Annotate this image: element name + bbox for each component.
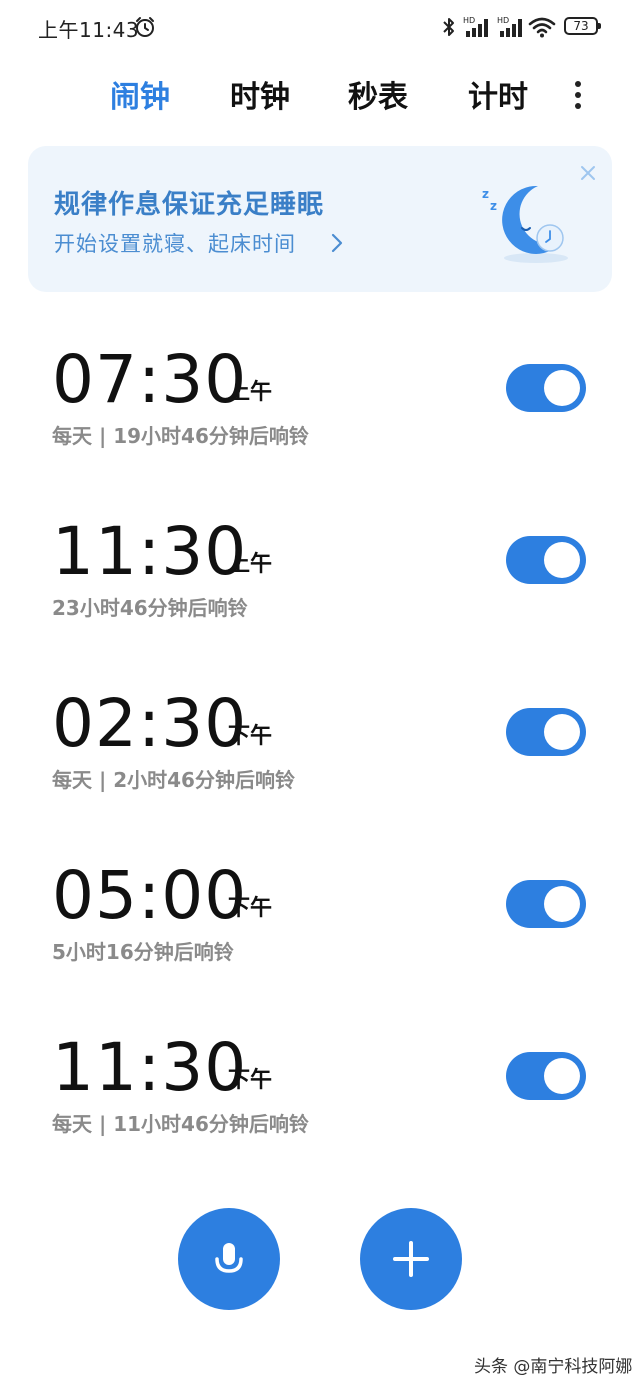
alarm-description: 每天 | 2小时46分钟后响铃 — [52, 768, 295, 792]
alarm-period: 下午 — [228, 896, 273, 921]
sleep-schedule-banner[interactable]: 规律作息保证充足睡眠 开始设置就寝、起床时间 z z — [28, 146, 612, 292]
alarm-item[interactable]: 02:30 下午 每天 | 2小时46分钟后响铃 — [0, 684, 640, 814]
alarm-toggle[interactable] — [506, 708, 586, 756]
tab-bar: 闹钟 时钟 秒表 计时 — [0, 66, 640, 122]
alarm-period: 下午 — [228, 1068, 273, 1093]
wifi-icon — [528, 17, 556, 38]
alarm-description: 5小时16分钟后响铃 — [52, 940, 234, 964]
alarm-item[interactable]: 11:30 上午 23小时46分钟后响铃 — [0, 512, 640, 642]
tab-timer[interactable]: 计时 — [468, 72, 528, 116]
alarm-time: 02:30 — [52, 685, 248, 762]
watermark-text: 头条 @南宁科技阿娜 — [474, 1357, 633, 1377]
close-icon[interactable] — [579, 164, 597, 182]
battery-indicator: 73 — [564, 17, 601, 35]
alarm-toggle[interactable] — [506, 364, 586, 412]
plus-icon — [393, 1241, 429, 1277]
toggle-knob — [544, 370, 580, 406]
alarm-toggle[interactable] — [506, 880, 586, 928]
alarm-period: 上午 — [228, 380, 273, 405]
add-alarm-button[interactable] — [360, 1208, 462, 1310]
chevron-right-icon — [331, 233, 343, 253]
tab-stopwatch[interactable]: 秒表 — [348, 72, 408, 116]
microphone-icon — [215, 1243, 243, 1273]
alarm-item[interactable]: 11:30 下午 每天 | 11小时46分钟后响铃 — [0, 1028, 640, 1158]
svg-text:z: z — [482, 187, 489, 201]
alarm-toggle[interactable] — [506, 1052, 586, 1100]
more-dot-icon — [575, 103, 581, 109]
svg-text:z: z — [490, 199, 497, 213]
alarm-time: 07:30 — [52, 341, 248, 418]
alarm-description: 每天 | 19小时46分钟后响铃 — [52, 424, 309, 448]
toggle-knob — [544, 542, 580, 578]
bluetooth-icon — [443, 18, 454, 36]
sleeping-moon-icon: z z — [482, 185, 568, 263]
svg-text:HD: HD — [497, 16, 509, 25]
more-dot-icon — [575, 92, 581, 98]
alarm-time: 11:30 — [52, 513, 248, 590]
svg-text:HD: HD — [463, 16, 475, 25]
alarm-time: 11:30 — [52, 1029, 248, 1106]
alarm-clock-icon — [136, 17, 154, 37]
status-time: 上午11:43 — [38, 18, 140, 42]
alarm-toggle[interactable] — [506, 536, 586, 584]
alarm-description: 23小时46分钟后响铃 — [52, 596, 248, 620]
more-options-button[interactable] — [568, 78, 588, 118]
tab-alarm[interactable]: 闹钟 — [110, 72, 170, 116]
voice-add-alarm-button[interactable] — [178, 1208, 280, 1310]
alarm-description: 每天 | 11小时46分钟后响铃 — [52, 1112, 309, 1136]
screen: 上午11:43 HD HD 73 闹钟 时钟 秒表 计时 规律作息保证充足睡眠 … — [0, 0, 640, 1387]
signal-hd-icon: HD — [463, 16, 488, 37]
toggle-knob — [544, 886, 580, 922]
alarm-item[interactable]: 07:30 上午 每天 | 19小时46分钟后响铃 — [0, 340, 640, 470]
signal-hd-icon: HD — [497, 16, 522, 37]
status-bar: 上午11:43 HD HD 73 — [0, 0, 640, 56]
alarm-period: 上午 — [228, 552, 273, 577]
toggle-knob — [544, 714, 580, 750]
toggle-knob — [544, 1058, 580, 1094]
alarm-time: 05:00 — [52, 857, 248, 934]
banner-subtitle[interactable]: 开始设置就寝、起床时间 — [54, 228, 296, 258]
alarm-period: 下午 — [228, 724, 273, 749]
tab-clock[interactable]: 时钟 — [230, 72, 290, 116]
alarm-item[interactable]: 05:00 下午 5小时16分钟后响铃 — [0, 856, 640, 986]
more-dot-icon — [575, 81, 581, 87]
banner-title: 规律作息保证充足睡眠 — [54, 190, 325, 220]
